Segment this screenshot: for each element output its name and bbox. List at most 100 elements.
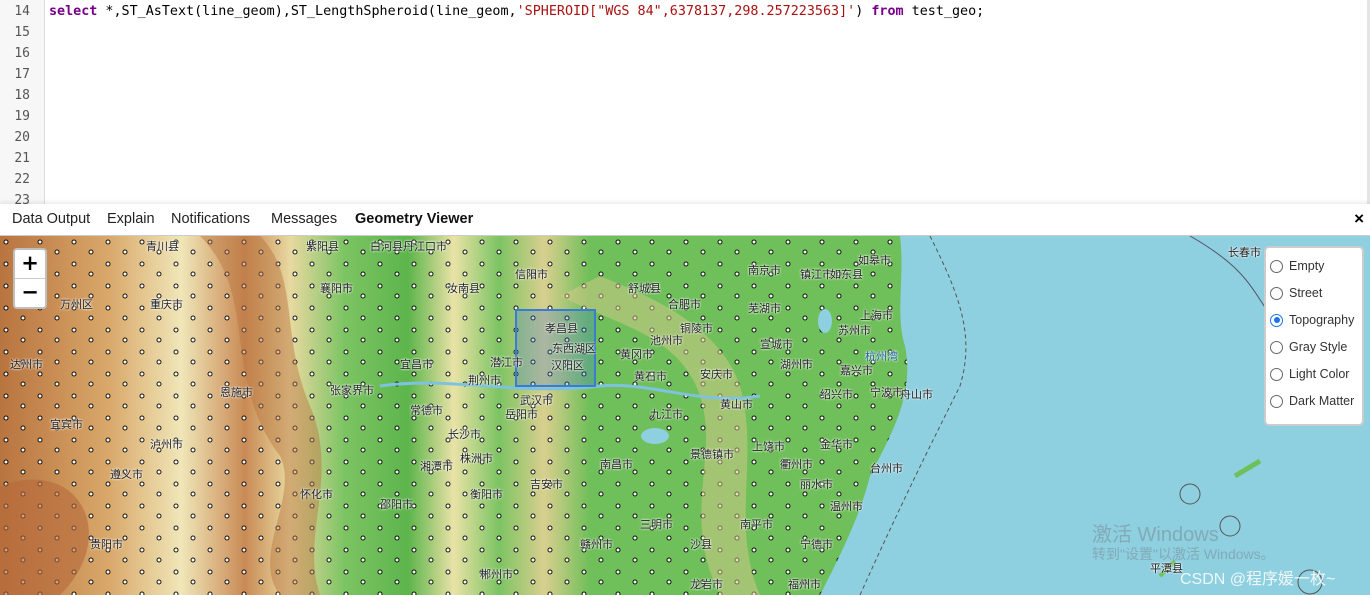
tab-geometry-viewer[interactable]: Geometry Viewer	[355, 211, 473, 227]
layer-option-street[interactable]: Street	[1270, 283, 1322, 303]
radio-icon[interactable]	[1270, 367, 1283, 381]
zoom-control: + −	[13, 248, 47, 309]
map-place-label: 绍兴市	[820, 389, 853, 401]
layer-option-gray-style[interactable]: Gray Style	[1270, 337, 1347, 357]
map-place-label: 如东县	[830, 269, 863, 281]
basemap-layer-switcher: Empty Street Topography Gray Style Light…	[1264, 246, 1364, 426]
map-place-label: 如皋市	[858, 255, 891, 267]
map-place-label: 黄冈市	[620, 349, 653, 361]
map-place-label: 万州区	[60, 299, 93, 311]
sql-code-line[interactable]: select *,ST_AsText(line_geom),ST_LengthS…	[49, 1, 984, 22]
map-place-label: 邵阳市	[380, 499, 413, 511]
windows-activation-hint: 转到"设置"以激活 Windows。	[1092, 546, 1275, 562]
map-place-label: 丽水市	[800, 479, 833, 491]
radio-icon[interactable]	[1270, 394, 1283, 408]
map-place-label: 岳阳市	[505, 409, 538, 421]
map-place-label: 九江市	[650, 409, 683, 421]
zoom-out-button[interactable]: −	[15, 279, 45, 307]
tab-messages[interactable]: Messages	[271, 211, 337, 227]
map-place-label: 吉安市	[530, 479, 563, 491]
map-place-label: 铜陵市	[680, 323, 713, 335]
map-place-label: 黄山市	[720, 399, 753, 411]
map-place-label: 张家界市	[330, 385, 374, 397]
keyword-from: from	[871, 4, 904, 19]
layer-option-label: Topography	[1289, 313, 1355, 327]
line-number: 22	[14, 172, 30, 187]
line-number-gutter: 14 15 16 17 18 19 20 21 22 23	[0, 0, 45, 204]
map-place-label: 重庆市	[150, 299, 183, 311]
layer-option-label: Gray Style	[1289, 340, 1348, 354]
tab-notifications[interactable]: Notifications	[171, 211, 250, 227]
map-place-label: 青川县	[146, 241, 179, 253]
map-place-label: 衡阳市	[470, 489, 503, 501]
map-place-label: 汝南县	[447, 283, 480, 295]
map-place-label: 宜昌市	[400, 359, 433, 371]
line-number: 14	[14, 4, 30, 19]
layer-option-light-color[interactable]: Light Color	[1270, 364, 1349, 384]
map-place-label: 白河县	[370, 241, 403, 253]
map-place-label: 东西湖区	[552, 343, 596, 355]
map-place-label: 湖州市	[780, 359, 813, 371]
layer-option-empty[interactable]: Empty	[1270, 256, 1324, 276]
zoom-in-button[interactable]: +	[15, 250, 45, 279]
sql-editor[interactable]: 14 15 16 17 18 19 20 21 22 23 select *,S…	[0, 0, 1370, 204]
string-literal: 'SPHEROID["WGS 84",6378137,298.257223563…	[516, 4, 856, 19]
map-place-label: 沙县	[690, 539, 712, 551]
map-place-label: 龙岩市	[690, 579, 723, 591]
line-number: 18	[14, 88, 30, 103]
line-number: 17	[14, 67, 30, 82]
code-segment: )	[855, 4, 872, 19]
code-segment: *,ST_AsText(line_geom),ST_LengthSpheroid…	[97, 4, 517, 19]
map-place-label: 南京市	[748, 265, 781, 277]
map-place-label: 宣城市	[760, 339, 793, 351]
layer-option-label: Street	[1289, 286, 1323, 300]
map-place-label: 上饶市	[752, 441, 785, 453]
map-place-label: 汉阳区	[551, 360, 584, 372]
line-number: 21	[14, 151, 30, 166]
map-place-label: 三明市	[640, 519, 673, 531]
map-place-label: 株洲市	[460, 453, 493, 465]
map-place-label: 温州市	[830, 501, 863, 513]
map-place-label: 潜江市	[490, 357, 523, 369]
map-place-label: 遵义市	[110, 469, 143, 481]
map-place-label: 紫阳县	[306, 241, 339, 253]
radio-icon[interactable]	[1270, 286, 1283, 300]
map-place-label: 镇江市	[800, 269, 833, 281]
map-place-label: 长春市	[1228, 247, 1261, 259]
map-place-label: 金华市	[820, 439, 853, 451]
code-segment: test_geo;	[903, 4, 985, 19]
layer-option-dark-matter[interactable]: Dark Matter	[1270, 391, 1354, 411]
radio-icon[interactable]	[1270, 259, 1283, 273]
layer-option-label: Empty	[1289, 259, 1325, 273]
map-place-label: 荆州市	[468, 375, 501, 387]
csdn-watermark: CSDN @程序媛一枚~	[1180, 571, 1336, 588]
map-place-label: 衢州市	[780, 459, 813, 471]
map-place-label: 襄阳市	[320, 283, 353, 295]
radio-icon[interactable]	[1270, 340, 1283, 354]
map-place-label: 舒城县	[628, 283, 661, 295]
map-place-label: 宁波市	[870, 387, 903, 399]
map-place-label: 怀化市	[300, 489, 333, 501]
map-place-label: 达州市	[10, 359, 43, 371]
map-place-label: 恩施市	[220, 387, 253, 399]
layer-option-topography[interactable]: Topography	[1270, 310, 1354, 330]
geometry-map[interactable]: 青川县 紫阳县 白河县 丹江口市 襄阳市 汝南县 信阳市 舒城县 南京市 镇江市…	[0, 236, 1370, 595]
map-place-label: 嘉兴市	[840, 365, 873, 377]
windows-activation-watermark: 激活 Windows	[1092, 524, 1219, 546]
close-icon[interactable]: ×	[1354, 209, 1364, 229]
map-place-label: 池州市	[650, 335, 683, 347]
line-number: 23	[14, 193, 30, 204]
map-place-label: 泸州市	[150, 439, 183, 451]
radio-selected-icon[interactable]	[1270, 313, 1283, 327]
map-place-label: 舟山市	[900, 389, 933, 401]
map-place-label: 安庆市	[700, 369, 733, 381]
line-number: 16	[14, 46, 30, 61]
tab-explain[interactable]: Explain	[107, 211, 155, 227]
map-place-label: 南平市	[740, 519, 773, 531]
map-place-label: 宜宾市	[50, 419, 83, 431]
map-place-label: 湘潭市	[420, 461, 453, 473]
line-number: 20	[14, 130, 30, 145]
tab-data-output[interactable]: Data Output	[12, 211, 90, 227]
map-place-label: 郴州市	[480, 569, 513, 581]
map-place-label: 丹江口市	[403, 241, 447, 253]
